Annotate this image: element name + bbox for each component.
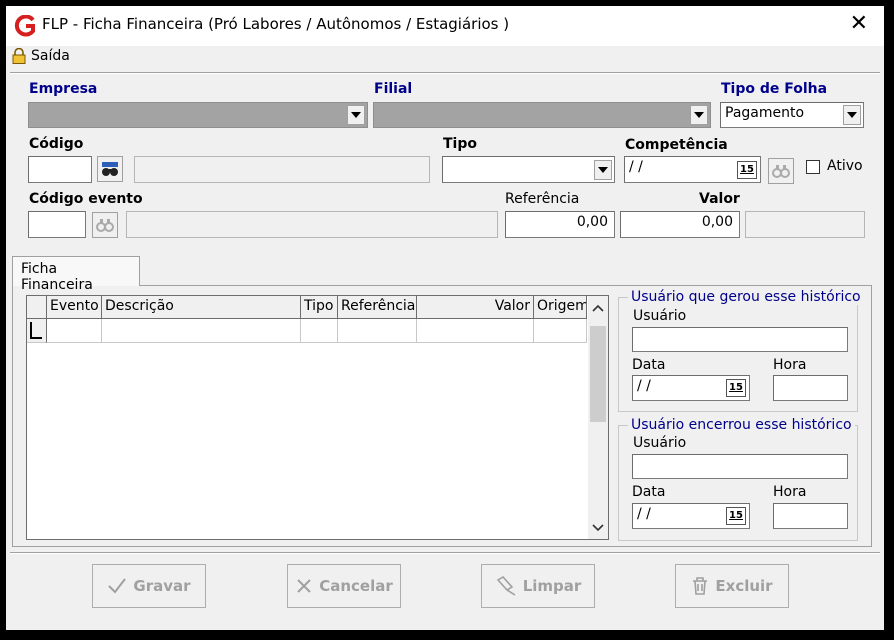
tab-ficha-financeira[interactable]: Ficha Financeira <box>12 256 140 293</box>
cell-tipo[interactable] <box>301 319 338 343</box>
competencia-label: Competência <box>625 137 728 153</box>
check-icon <box>108 578 127 594</box>
column-header-tipo[interactable]: Tipo <box>301 296 338 318</box>
binoculars-icon <box>96 219 114 232</box>
column-header-referencia[interactable]: Referência <box>338 296 417 318</box>
column-header-valor[interactable]: Valor <box>417 296 534 318</box>
closed-usuario-label: Usuário <box>633 435 687 451</box>
gravar-button[interactable]: Gravar <box>92 564 206 608</box>
eraser-icon <box>496 576 516 596</box>
closed-by-group-title: Usuário encerrou esse histórico <box>628 417 855 433</box>
chevron-up-icon[interactable] <box>592 304 604 312</box>
referencia-label: Referência <box>505 191 580 207</box>
chevron-down-icon[interactable] <box>592 524 604 532</box>
closed-hora-input[interactable] <box>773 503 848 529</box>
app-logo-icon <box>14 15 35 37</box>
column-header-evento[interactable]: Evento <box>47 296 102 318</box>
chevron-down-icon <box>694 112 704 118</box>
trash-icon <box>693 577 708 595</box>
excluir-label: Excluir <box>715 577 773 595</box>
referencia-input[interactable]: 0,00 <box>505 211 615 238</box>
closed-hora-label: Hora <box>773 484 807 500</box>
created-hora-label: Hora <box>773 357 807 373</box>
created-by-group-title: Usuário que gerou esse histórico <box>628 289 864 305</box>
cell-referencia[interactable] <box>338 319 417 343</box>
chevron-down-icon <box>847 112 857 118</box>
grid-indicator-header <box>27 296 47 318</box>
codigo-search-button[interactable] <box>97 156 123 182</box>
tipo-dropdown-button[interactable] <box>594 160 612 180</box>
row-selector-icon <box>30 322 42 339</box>
empresa-dropdown-button[interactable] <box>347 105 365 125</box>
codigo-label: Código <box>29 136 84 152</box>
limpar-button[interactable]: Limpar <box>481 564 595 608</box>
ativo-label: Ativo <box>827 158 863 174</box>
menu-saida[interactable]: Saída <box>12 48 70 64</box>
separator-top <box>10 72 880 74</box>
calendar-icon[interactable]: 15 <box>737 161 757 179</box>
created-data-label: Data <box>632 357 666 373</box>
closed-data-label: Data <box>632 484 666 500</box>
closed-usuario-input[interactable] <box>632 454 848 479</box>
empresa-combo[interactable] <box>28 102 368 128</box>
menu-saida-label: Saída <box>31 48 70 64</box>
column-header-descricao[interactable]: Descrição <box>102 296 301 318</box>
cell-valor[interactable] <box>417 319 534 343</box>
cancel-x-icon <box>297 579 311 593</box>
limpar-label: Limpar <box>522 577 582 595</box>
excluir-button[interactable]: Excluir <box>675 564 789 608</box>
valor-label: Valor <box>699 191 740 207</box>
created-usuario-label: Usuário <box>633 308 687 324</box>
filial-dropdown-button[interactable] <box>690 105 708 125</box>
empresa-label: Empresa <box>29 81 98 97</box>
competencia-search-button[interactable] <box>768 158 794 184</box>
calendar-icon[interactable]: 15 <box>726 507 746 525</box>
scrollbar-thumb[interactable] <box>590 326 606 422</box>
calendar-icon[interactable]: 15 <box>726 379 746 397</box>
main-window: FLP - Ficha Financeira (Pró Labores / Au… <box>6 6 884 630</box>
menu-bar: Saída <box>6 46 884 72</box>
tab-ficha-financeira-label: Ficha Financeira <box>21 261 93 293</box>
row-indicator <box>27 319 47 343</box>
binoculars-icon <box>102 162 118 176</box>
valor-extra-field <box>745 211 865 238</box>
filial-label: Filial <box>374 81 413 97</box>
ativo-checkbox[interactable] <box>806 160 820 174</box>
window-title: FLP - Ficha Financeira (Pró Labores / Au… <box>42 15 510 33</box>
binoculars-icon <box>772 165 790 178</box>
valor-input[interactable]: 0,00 <box>620 211 740 238</box>
gravar-label: Gravar <box>133 577 191 595</box>
cancelar-label: Cancelar <box>319 577 393 595</box>
separator-bottom <box>10 552 880 554</box>
tipo-label: Tipo <box>443 136 477 152</box>
table-row[interactable] <box>27 319 587 343</box>
column-header-origem[interactable]: Origem <box>534 296 587 318</box>
created-hora-input[interactable] <box>773 375 848 401</box>
cell-evento[interactable] <box>47 319 102 343</box>
lock-icon <box>12 48 26 64</box>
tipo-folha-label: Tipo de Folha <box>721 81 828 97</box>
evento-description-field <box>126 211 498 238</box>
grid-header: Evento Descrição Tipo Referência Valor O… <box>27 296 587 319</box>
codigo-input[interactable] <box>28 156 92 183</box>
filial-combo[interactable] <box>373 102 711 128</box>
grid-scrollbar[interactable] <box>588 296 608 539</box>
chevron-down-icon <box>351 112 361 118</box>
tipo-folha-dropdown-button[interactable] <box>843 105 861 125</box>
cell-origem[interactable] <box>534 319 587 343</box>
codigo-description-field <box>134 156 430 183</box>
created-usuario-input[interactable] <box>632 327 848 352</box>
close-icon[interactable]: ✕ <box>850 12 868 36</box>
evento-search-button[interactable] <box>92 212 118 238</box>
cell-descricao[interactable] <box>102 319 301 343</box>
cancelar-button[interactable]: Cancelar <box>287 564 401 608</box>
codigo-evento-input[interactable] <box>28 211 86 238</box>
tipo-select[interactable] <box>442 156 615 183</box>
events-grid[interactable]: Evento Descrição Tipo Referência Valor O… <box>26 295 609 540</box>
chevron-down-icon <box>598 167 608 173</box>
codigo-evento-label: Código evento <box>29 191 143 207</box>
title-bar: FLP - Ficha Financeira (Pró Labores / Au… <box>6 6 884 46</box>
